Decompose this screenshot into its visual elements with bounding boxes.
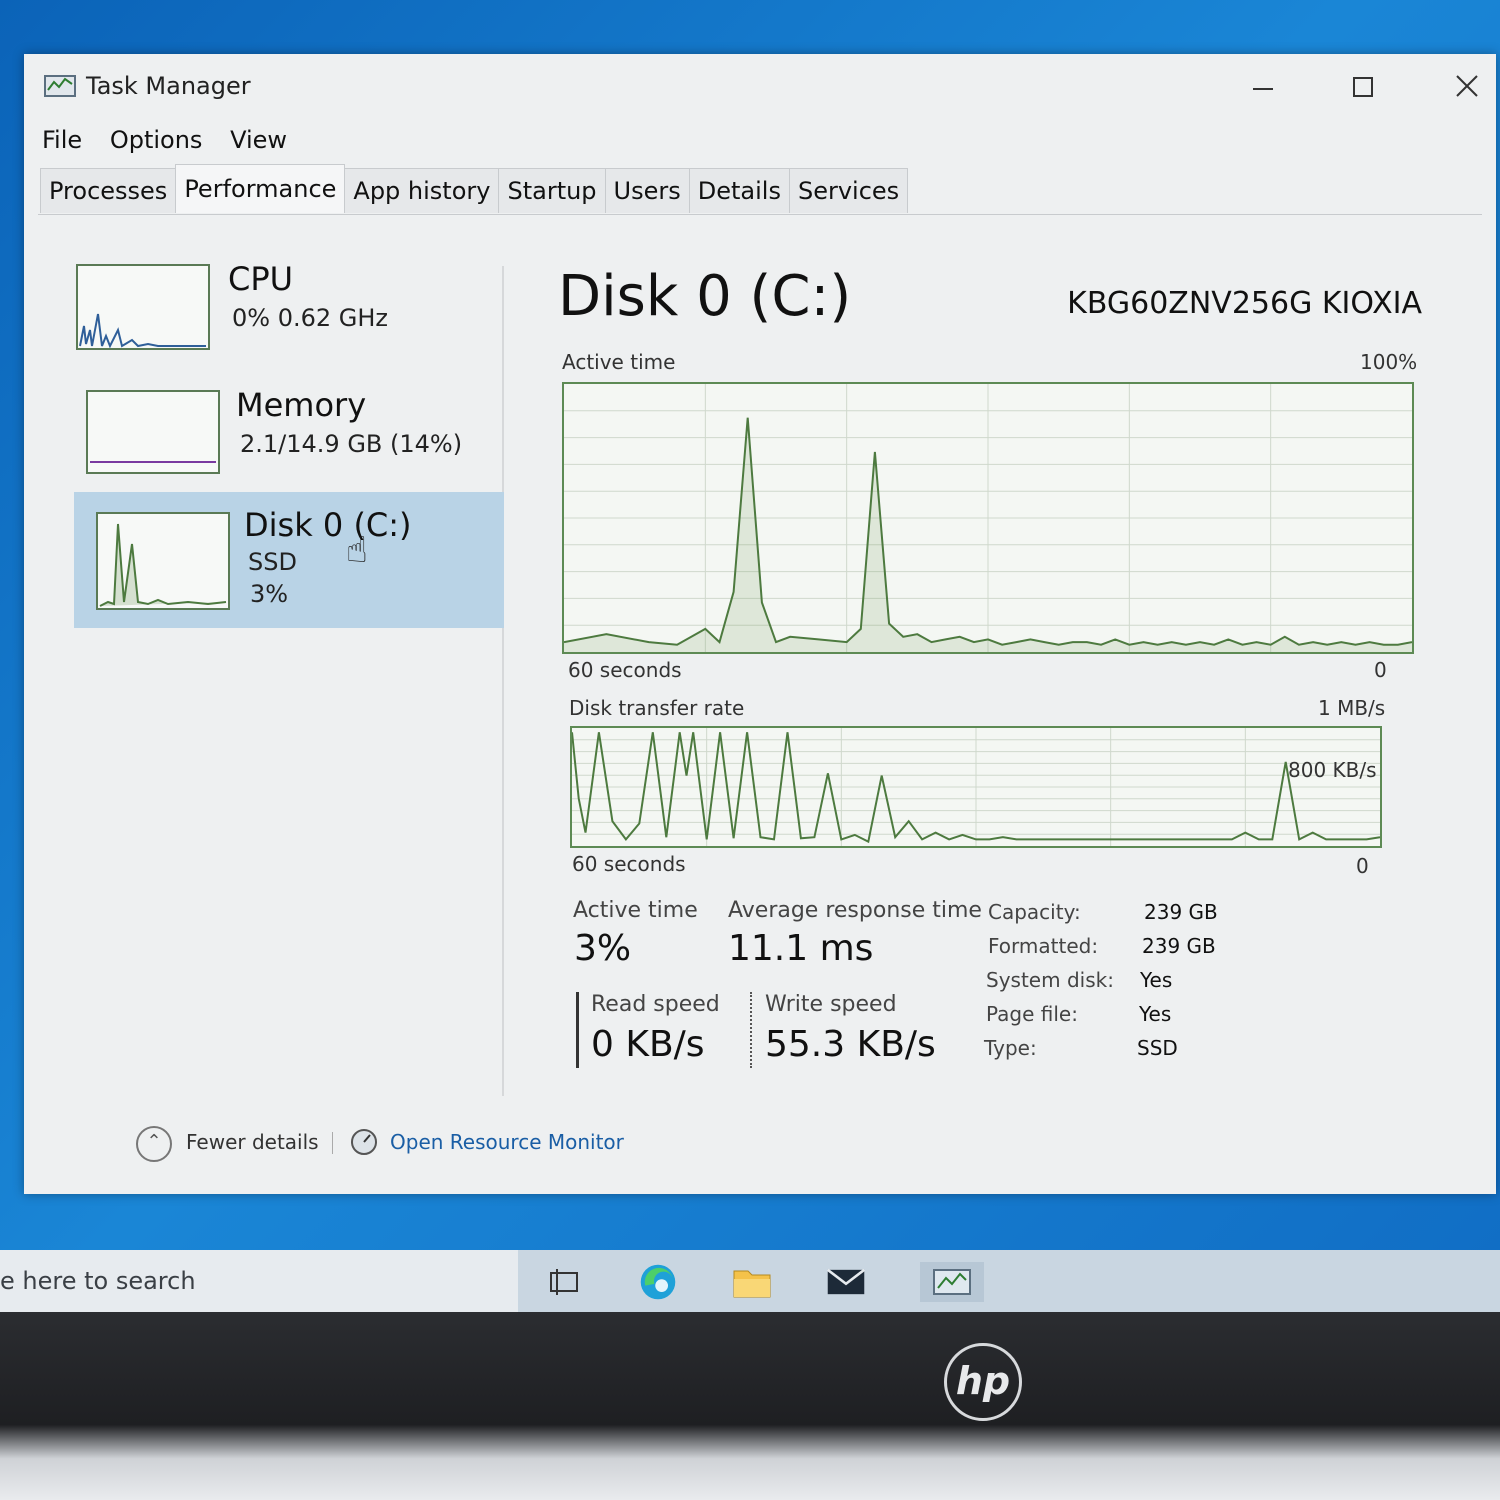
sidebar-cpu-name: CPU (228, 260, 294, 298)
taskbar-search-box[interactable]: e here to search (0, 1250, 518, 1312)
disk-title: Disk 0 (C:) (558, 264, 852, 329)
task-manager-taskbar-icon[interactable] (920, 1262, 984, 1302)
write-speed-marker (750, 992, 752, 1068)
transfer-graph-xright: 0 (1356, 854, 1369, 878)
prop-capacity-value: 239 GB (1144, 900, 1218, 924)
read-speed-marker (576, 992, 579, 1068)
sidebar-disk-name: Disk 0 (C:) (244, 506, 412, 544)
title-bar[interactable]: Task Manager (24, 54, 1496, 120)
cpu-thumbnail-graph (76, 264, 210, 350)
transfer-graph-label: Disk transfer rate (569, 696, 745, 720)
sidebar-disk-type: SSD (248, 548, 297, 576)
prop-capacity-label: Capacity: (988, 900, 1081, 924)
resource-monitor-icon (351, 1129, 377, 1155)
maximize-icon (1353, 77, 1373, 97)
tab-startup[interactable]: Startup (498, 168, 606, 213)
chevron-up-icon[interactable]: ⌃ (136, 1126, 172, 1162)
active-time-graph-xright: 0 (1374, 658, 1387, 682)
transfer-rate-graph (570, 726, 1382, 848)
stat-read-label: Read speed (591, 992, 720, 1017)
tab-performance[interactable]: Performance (175, 164, 346, 213)
window-title: Task Manager (86, 72, 251, 100)
close-icon (1456, 75, 1478, 97)
close-button[interactable] (1444, 70, 1490, 110)
taskbar-search-text: e here to search (0, 1267, 196, 1295)
taskbar: e here to search (0, 1250, 1500, 1312)
transfer-graph-xleft: 60 seconds (572, 852, 686, 876)
sidebar-item-memory[interactable]: Memory 2.1/14.9 GB (14%) (74, 376, 504, 486)
menu-file[interactable]: File (42, 126, 82, 154)
prop-formatted-label: Formatted: (988, 934, 1099, 958)
tab-services[interactable]: Services (788, 168, 909, 213)
sidebar-disk-pct: 3% (250, 580, 289, 608)
tab-content-border (38, 214, 1482, 215)
mail-icon[interactable] (826, 1262, 866, 1302)
active-time-graph-label: Active time (562, 350, 676, 374)
open-resource-monitor-link[interactable]: Open Resource Monitor (390, 1130, 624, 1154)
memory-thumbnail-graph (86, 390, 220, 474)
stat-write-value: 55.3 KB/s (765, 1024, 936, 1065)
disk-model: KBG60ZNV256G KIOXIA (1067, 286, 1422, 321)
disk-thumbnail-graph (96, 512, 230, 610)
prop-page-file-value: Yes (1139, 1002, 1172, 1026)
menu-options[interactable]: Options (110, 126, 203, 154)
minimize-button[interactable] (1240, 70, 1286, 110)
tab-users[interactable]: Users (604, 168, 690, 213)
prop-page-file-label: Page file: (986, 1002, 1078, 1026)
sidebar-item-disk-0[interactable]: Disk 0 (C:) SSD 3% (74, 492, 504, 628)
menu-view[interactable]: View (230, 126, 287, 154)
transfer-graph-max: 1 MB/s (1318, 696, 1386, 720)
laptop-bezel: hp (0, 1312, 1500, 1500)
edge-browser-icon[interactable] (638, 1262, 678, 1302)
hand-cursor-icon: ☝ (346, 530, 368, 571)
prop-system-disk-value: Yes (1140, 968, 1173, 992)
maximize-button[interactable] (1340, 70, 1386, 110)
sidebar-cpu-sub: 0% 0.62 GHz (232, 304, 389, 332)
stat-read-value: 0 KB/s (591, 1024, 705, 1065)
prop-system-disk-label: System disk: (986, 968, 1114, 992)
active-time-graph (562, 382, 1414, 654)
fewer-details-link[interactable]: Fewer details (186, 1130, 319, 1154)
prop-formatted-value: 239 GB (1142, 934, 1216, 958)
footer-separator (332, 1132, 333, 1154)
task-manager-window: Task Manager File Options View Processes… (24, 54, 1496, 1194)
hp-logo: hp (944, 1343, 1022, 1421)
task-manager-app-icon (44, 75, 76, 97)
stat-active-time-label: Active time (573, 898, 698, 923)
prop-type-label: Type: (984, 1036, 1037, 1060)
stat-response-label: Average response time (728, 898, 982, 923)
minimize-icon (1253, 88, 1273, 90)
sidebar-memory-name: Memory (236, 386, 367, 424)
tab-processes[interactable]: Processes (40, 168, 177, 213)
stat-response-value: 11.1 ms (728, 928, 874, 969)
file-explorer-icon[interactable] (732, 1262, 772, 1302)
active-time-graph-xleft: 60 seconds (568, 658, 682, 682)
sidebar-item-cpu[interactable]: CPU 0% 0.62 GHz (74, 250, 504, 360)
prop-type-value: SSD (1137, 1036, 1178, 1060)
transfer-graph-mid: 800 KB/s (1288, 758, 1377, 782)
sidebar-memory-sub: 2.1/14.9 GB (14%) (240, 430, 463, 458)
active-time-graph-max: 100% (1360, 350, 1418, 374)
task-view-icon[interactable] (544, 1262, 584, 1302)
tab-details[interactable]: Details (688, 168, 790, 213)
tab-app-history[interactable]: App history (344, 168, 500, 213)
menu-bar: File Options View (42, 126, 307, 154)
stat-write-label: Write speed (765, 992, 897, 1017)
tab-strip: Processes Performance App history Startu… (40, 164, 909, 216)
stat-active-time-value: 3% (574, 928, 632, 969)
